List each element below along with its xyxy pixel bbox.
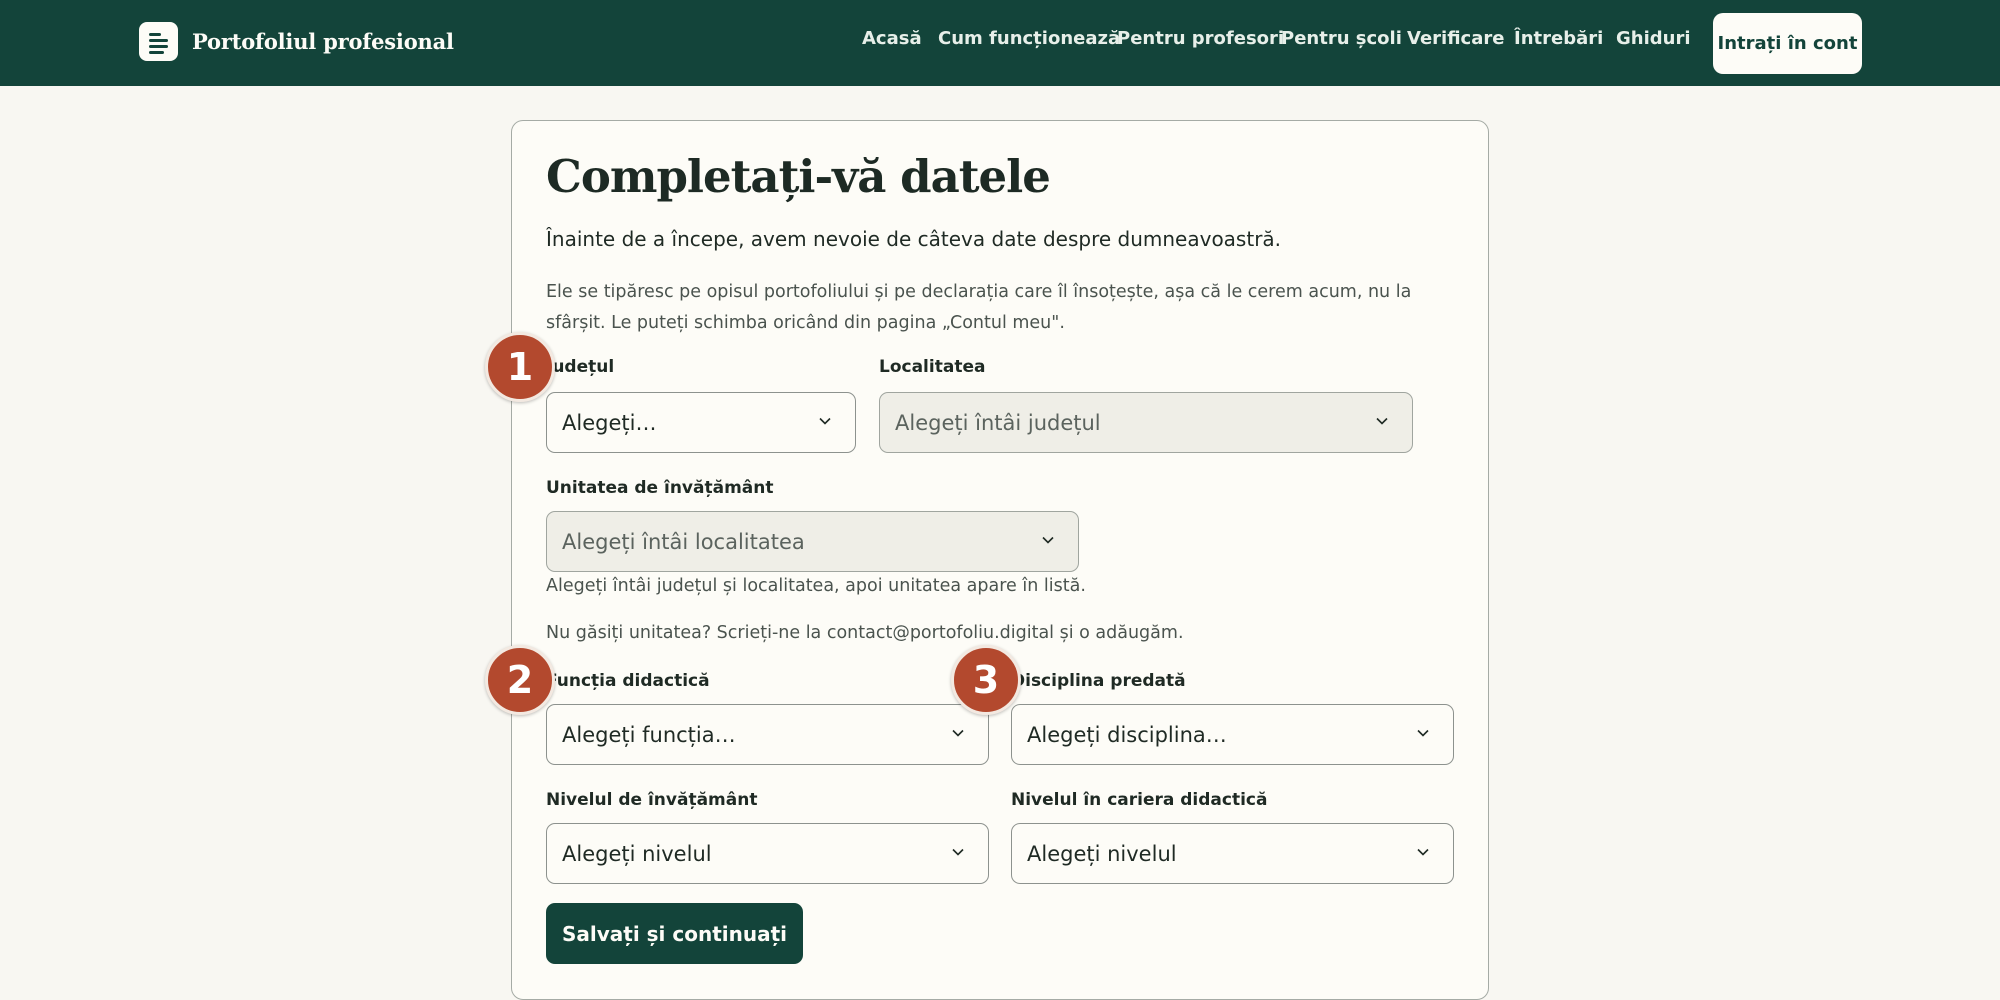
nivel-cariera-select-value: Alegeți nivelul: [1027, 841, 1177, 866]
chevron-down-icon: [952, 729, 964, 737]
judet-select-value: Alegeți…: [562, 410, 657, 435]
nivel-cariera-label: Nivelul în cariera didactică: [1011, 790, 1268, 810]
nav-link-pentru-profesori[interactable]: Pentru profesori: [1117, 28, 1284, 49]
nav-link-ghiduri[interactable]: Ghiduri: [1616, 28, 1691, 49]
nivel-invatamant-select[interactable]: Alegeți nivelul: [546, 823, 989, 884]
unitate-select-value: Alegeți întâi localitatea: [562, 529, 805, 554]
brand-name: Portofoliul profesional: [192, 29, 454, 54]
chevron-down-icon: [1376, 417, 1388, 425]
nivel-invatamant-label: Nivelul de învățământ: [546, 790, 758, 810]
chevron-down-icon: [1042, 536, 1054, 544]
annotation-badge-3: 3: [951, 645, 1021, 715]
login-button[interactable]: Intrați în cont: [1713, 13, 1862, 74]
page-title: Completați-vă datele: [546, 150, 1051, 203]
chevron-down-icon: [1417, 848, 1429, 856]
unitate-select[interactable]: Alegeți întâi localitatea: [546, 511, 1079, 572]
brand-link[interactable]: Portofoliul profesional: [139, 22, 454, 61]
nav-link-verificare[interactable]: Verificare: [1407, 28, 1504, 49]
functie-label: Funcția didactică: [546, 671, 710, 691]
save-continue-button[interactable]: Salvați și continuați: [546, 903, 803, 964]
chevron-down-icon: [1417, 729, 1429, 737]
nav-link-acasa[interactable]: Acasă: [862, 28, 922, 49]
nivel-cariera-select[interactable]: Alegeți nivelul: [1011, 823, 1454, 884]
disciplina-label: Disciplina predată: [1011, 671, 1186, 691]
annotation-badge-2: 2: [485, 645, 555, 715]
chevron-down-icon: [819, 417, 831, 425]
unitate-missing-text: Nu găsiți unitatea? Scrieți-ne la contac…: [546, 623, 1184, 643]
localitate-select-value: Alegeți întâi județul: [895, 410, 1101, 435]
annotation-badge-1: 1: [485, 332, 555, 402]
functie-select[interactable]: Alegeți funcția…: [546, 704, 989, 765]
unitate-helper-text: Alegeți întâi județul și localitatea, ap…: [546, 576, 1086, 596]
top-navigation-bar: Portofoliul profesional Acasă Cum funcți…: [0, 0, 2000, 86]
nivel-invatamant-select-value: Alegeți nivelul: [562, 841, 712, 866]
nav-link-pentru-scoli[interactable]: Pentru școli: [1281, 28, 1402, 49]
form-lead-text: Înainte de a începe, avem nevoie de câte…: [546, 227, 1282, 251]
localitate-select[interactable]: Alegeți întâi județul: [879, 392, 1413, 453]
form-description: Ele se tipăresc pe opisul portofoliului …: [546, 282, 1412, 333]
disciplina-select-value: Alegeți disciplina…: [1027, 722, 1227, 747]
chevron-down-icon: [952, 848, 964, 856]
disciplina-select[interactable]: Alegeți disciplina…: [1011, 704, 1454, 765]
nav-link-cum-functioneaza[interactable]: Cum funcționează: [938, 28, 1120, 49]
unitate-label: Unitatea de învățământ: [546, 478, 774, 498]
document-logo-icon: [139, 22, 178, 61]
judet-select[interactable]: Alegeți…: [546, 392, 856, 453]
functie-select-value: Alegeți funcția…: [562, 722, 736, 747]
judet-label: Județul: [546, 357, 615, 377]
nav-link-intrebari[interactable]: Întrebări: [1514, 28, 1603, 49]
localitate-label: Localitatea: [879, 357, 986, 377]
